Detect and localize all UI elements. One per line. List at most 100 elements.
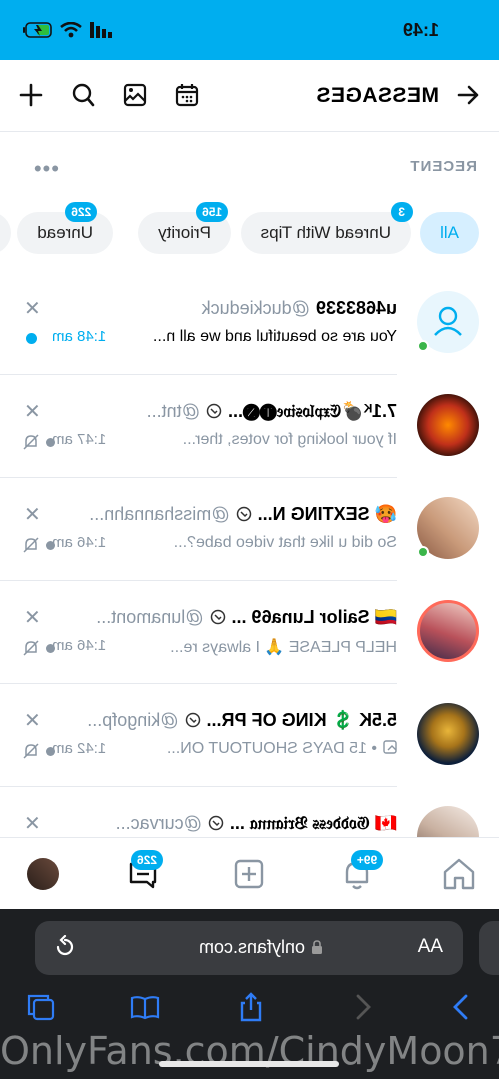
page-title: MESSAGES (315, 84, 439, 107)
url-text: onlyfans.com (198, 937, 305, 957)
chip-badge: 226 (65, 202, 98, 222)
verified-icon (236, 506, 251, 522)
verified-icon (210, 609, 225, 625)
messages-icon[interactable]: 226 (125, 850, 163, 892)
status-bar: 1:49 (0, 0, 499, 60)
conversation-item[interactable]: 5.5K 💲 KING OF PR... @kingofp... ✕ • 15 D… (0, 684, 499, 787)
message-preview: • 15 DAYS SHOUTOUT ON... (167, 740, 397, 758)
bookmarks-icon[interactable] (129, 991, 161, 1023)
media-icon (383, 740, 397, 754)
conversation-title: 🇨🇦 𝔊𝔬𝔡𝔡𝔢𝔰𝔰 𝔅𝔯𝔦𝔞𝔫𝔫𝔞 ... @curvac... (116, 813, 397, 834)
conversation-item[interactable]: 🇨🇴 Sailor Luna69 ... @lunamont... ✕ HELP … (0, 581, 499, 684)
tab-preview[interactable] (479, 921, 499, 975)
contact-name: 7.1ᴷ💣𝔈𝔵𝔭𝔩𝔬𝔰𝔦𝔳𝔢🅣🅝... (227, 401, 397, 421)
contact-handle: @duckieduck (201, 298, 310, 318)
chip-label: Unread (37, 223, 93, 242)
chip-label: All (440, 223, 459, 242)
filter-chip-unread[interactable]: Unread 226 (17, 202, 113, 254)
home-icon[interactable] (441, 856, 477, 892)
read-indicator (46, 643, 55, 653)
recent-label: RECENT (409, 158, 477, 175)
home-indicator (159, 1061, 339, 1067)
chip-badge: 3 (390, 202, 413, 222)
contact-handle: @tnt... (146, 401, 200, 421)
message-time: 1:42 am (52, 740, 107, 757)
conversation-title: u4683339@duckieduck (202, 298, 397, 319)
contact-name: 🥵 SEXTING N... (257, 504, 397, 524)
lock-icon (312, 940, 322, 954)
online-indicator (417, 546, 429, 558)
contact-handle: @kingofp... (87, 710, 179, 730)
conversation-item[interactable]: 🥵 SEXTING N... @misshannahn... ✕ So did u… (0, 478, 499, 581)
message-time: 1:46 am (52, 637, 107, 654)
filter-chip-all[interactable]: All (420, 212, 479, 254)
filter-chip-v[interactable]: V (0, 212, 11, 254)
message-time: 1:48 am (52, 328, 107, 345)
profile-avatar[interactable] (27, 858, 59, 890)
notifications-bell-icon[interactable]: 99+ (339, 850, 383, 892)
close-icon[interactable]: ✕ (24, 502, 41, 527)
conversation-state (22, 433, 55, 451)
conversation-title: 7.1ᴷ💣𝔈𝔵𝔭𝔩𝔬𝔰𝔦𝔳𝔢🅣🅝... @tnt... (147, 401, 397, 422)
calendar-icon[interactable] (174, 82, 200, 108)
chip-badge: 156 (196, 202, 229, 222)
filter-chip-unread-with-tips[interactable]: Unread With Tips 3 (240, 202, 413, 254)
muted-bell-icon (23, 640, 39, 656)
conversation-title: 🥵 SEXTING N... @misshannahn... (89, 504, 397, 525)
tabs-icon[interactable] (25, 991, 57, 1023)
contact-name: 🇨🇴 Sailor Luna69 ... (231, 607, 397, 627)
conversation-state (22, 536, 55, 554)
bottom-nav: 99+ 226 (0, 837, 499, 909)
close-icon[interactable]: ✕ (24, 296, 41, 321)
filter-chip-priority[interactable]: Priority 156 (138, 202, 231, 254)
chip-label: Priority (158, 223, 211, 242)
browser-toolbar: AA onlyfans.com OnlyFans.com/CindyMoon7 (0, 909, 499, 1079)
message-time: 1:46 am (52, 534, 107, 551)
conversation-list: u4683339@duckieduck ✕ You are so beautif… (0, 272, 499, 837)
recent-header: RECENT ••• (0, 150, 499, 186)
reload-icon[interactable] (53, 934, 77, 964)
image-icon[interactable] (122, 82, 148, 108)
top-actions (18, 82, 200, 108)
more-options-icon[interactable]: ••• (33, 156, 59, 182)
back-arrow-icon[interactable] (455, 82, 481, 113)
wifi-icon (60, 22, 82, 38)
message-preview: You are so beautiful and we all n... (152, 328, 397, 345)
conversation-item[interactable]: 7.1ᴷ💣𝔈𝔵𝔭𝔩𝔬𝔰𝔦𝔳𝔢🅣🅝... @tnt... ✕ If your loo… (0, 375, 499, 478)
back-icon[interactable] (347, 991, 379, 1023)
verified-icon (206, 403, 222, 419)
share-icon[interactable] (235, 991, 267, 1023)
conversation-title: 5.5K 💲 KING OF PR... @kingofp... (87, 710, 397, 731)
top-bar: MESSAGES (0, 60, 499, 132)
reader-settings-button[interactable]: AA (418, 936, 443, 958)
address-bar[interactable]: AA onlyfans.com (35, 921, 463, 975)
plus-icon[interactable] (18, 82, 44, 108)
verified-icon (185, 712, 200, 728)
avatar (417, 394, 479, 456)
contact-name: u4683339 (315, 298, 397, 318)
url-display: onlyfans.com (199, 937, 323, 958)
message-preview: If your looking for votes, ther... (182, 431, 397, 448)
message-preview: So did u like that video babe?... (173, 534, 397, 551)
notifications-badge: 99+ (351, 850, 383, 870)
close-icon[interactable]: ✕ (24, 811, 41, 836)
close-icon[interactable]: ✕ (24, 399, 41, 424)
muted-bell-icon (23, 434, 39, 450)
messages-badge: 226 (131, 850, 163, 870)
conversation-state (22, 639, 55, 657)
read-indicator (46, 437, 55, 447)
browser-nav-icons (0, 989, 499, 1029)
unread-indicator (26, 333, 37, 344)
conversation-item[interactable]: u4683339@duckieduck ✕ You are so beautif… (0, 272, 499, 375)
online-indicator (417, 340, 429, 352)
conversation-item[interactable]: 🇨🇦 𝔊𝔬𝔡𝔡𝔢𝔰𝔰 𝔅𝔯𝔦𝔞𝔫𝔫𝔞 ... @curvac... ✕ (0, 787, 499, 837)
close-icon[interactable]: ✕ (24, 708, 41, 733)
search-icon[interactable] (70, 82, 96, 108)
contact-name: 🇨🇦 𝔊𝔬𝔡𝔡𝔢𝔰𝔰 𝔅𝔯𝔦𝔞𝔫𝔫𝔞 ... (229, 813, 397, 833)
battery-charging-icon (23, 22, 52, 38)
contact-name: 5.5K 💲 KING OF PR... (206, 710, 397, 730)
forward-icon[interactable] (445, 991, 477, 1023)
close-icon[interactable]: ✕ (24, 605, 41, 630)
add-post-icon[interactable] (231, 856, 267, 892)
message-time: 1:47 am (52, 431, 107, 448)
